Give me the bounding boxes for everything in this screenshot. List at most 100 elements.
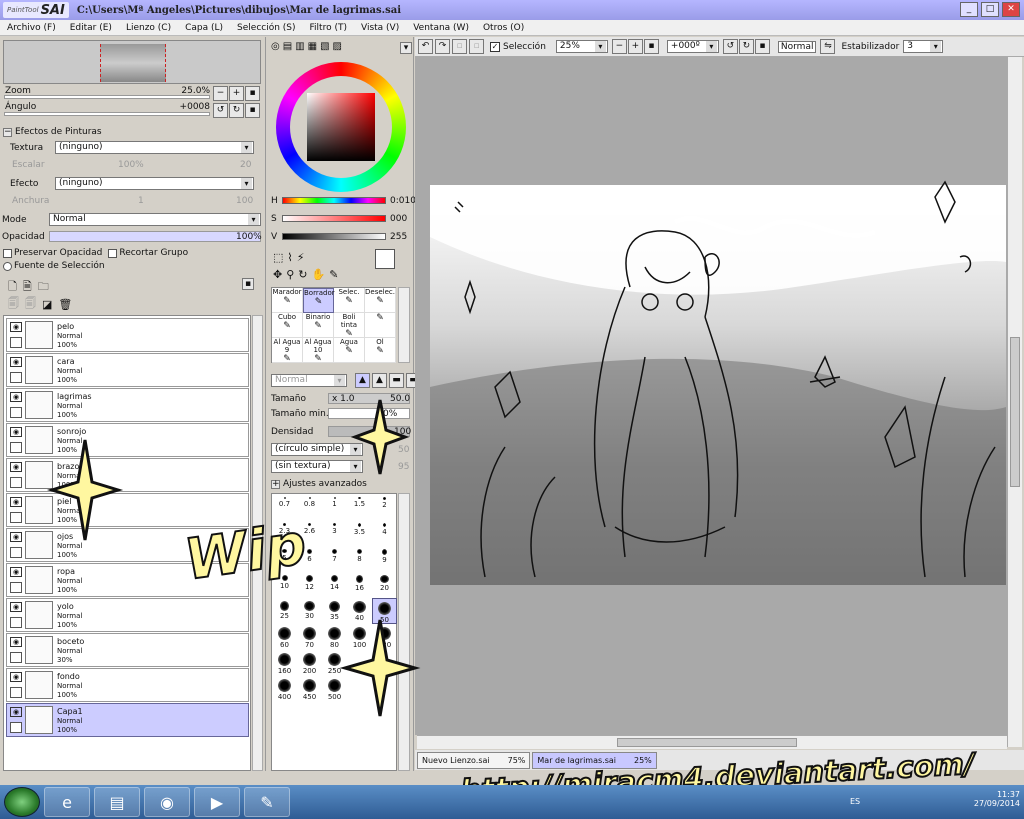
layer-lock-checkbox[interactable] (10, 617, 22, 628)
maximize-button[interactable]: □ (981, 2, 999, 17)
panel-menu-icon[interactable]: ▾ (400, 42, 412, 54)
layer-lock-checkbox[interactable] (10, 512, 22, 523)
layer-lock-checkbox[interactable] (10, 477, 22, 488)
primary-color-swatch[interactable] (375, 249, 395, 269)
brush-size-option[interactable]: 2 (372, 494, 397, 520)
clear-layer-icon[interactable]: ◪ (42, 298, 52, 311)
zoom-icon[interactable]: ⚲ (286, 268, 294, 281)
color-wheel-tab-icon[interactable]: ◎ (271, 41, 280, 52)
brush-size-option[interactable]: 400 (272, 676, 297, 702)
visibility-eye-icon[interactable]: ◉ (10, 427, 22, 437)
opacity-slider[interactable] (49, 231, 261, 242)
brush-preset[interactable]: Borrador ✎ (303, 288, 335, 313)
visibility-eye-icon[interactable]: ◉ (10, 392, 22, 402)
close-button[interactable]: ✕ (1002, 2, 1020, 17)
brush-preset[interactable]: ✎ (365, 313, 396, 338)
start-button[interactable] (4, 787, 40, 817)
canvas-rotate-left-icon[interactable]: ↺ (722, 39, 738, 54)
menu-edit[interactable]: Editar (E) (63, 23, 119, 33)
canvas-rotate-reset-icon[interactable]: ▪ (754, 39, 770, 54)
move-icon[interactable]: ✥ (273, 268, 282, 281)
value-slider[interactable] (282, 233, 386, 240)
brush-size-option[interactable]: 50 (372, 598, 397, 624)
brush-preset[interactable]: Al Agua 10 ✎ (303, 338, 334, 364)
brush-preset[interactable]: Marador ✎ (272, 288, 303, 313)
layer-lock-checkbox[interactable] (10, 722, 22, 733)
stabilizer-select[interactable]: 3 (903, 40, 944, 53)
clipboard-tab-icon[interactable]: ▨ (333, 41, 342, 52)
collapse-icon[interactable]: − (3, 127, 12, 137)
shape-soft-icon[interactable]: ▬ (389, 373, 404, 388)
rotate-reset-icon[interactable]: ▪ (245, 103, 260, 118)
selection-checkbox[interactable]: ✓ (490, 41, 500, 52)
paint-icon[interactable]: ✎ (244, 787, 290, 817)
system-clock[interactable]: 11:37 27/09/2014 (974, 790, 1020, 808)
brush-size-option[interactable]: 1 (322, 494, 347, 520)
min-size-slider[interactable] (328, 408, 410, 419)
layer-lock-checkbox[interactable] (10, 582, 22, 593)
deselect-icon[interactable]: ▫ (452, 39, 467, 54)
brush-size-option[interactable]: 4 (372, 520, 397, 546)
size-multiplier[interactable]: x 1.0 (332, 394, 355, 404)
brush-size-option[interactable]: 7 (322, 546, 347, 572)
zoom-reset-icon[interactable]: ▪ (245, 86, 260, 101)
visibility-eye-icon[interactable]: ◉ (10, 602, 22, 612)
layer-lock-checkbox[interactable] (10, 652, 22, 663)
brush-preset[interactable]: Binario ✎ (303, 313, 334, 338)
brush-preset[interactable]: Deselec. ✎ (365, 288, 396, 313)
language-indicator[interactable]: ES (850, 797, 860, 806)
swatches-tab-icon[interactable]: ▦ (308, 41, 317, 52)
brush-size-option[interactable]: 60 (272, 624, 297, 650)
flip-icon[interactable]: ⇋ (820, 39, 836, 54)
brush-preset[interactable]: Selec. ✎ (334, 288, 365, 313)
rect-select-icon[interactable]: ⬚ (273, 251, 283, 264)
brush-size-option[interactable]: 16 (347, 572, 372, 598)
preserve-opacity-checkbox[interactable] (3, 248, 12, 258)
brush-mode-select[interactable]: Normal (271, 374, 347, 387)
rgb-slider-tab-icon[interactable]: ▤ (283, 41, 292, 52)
angle-slider[interactable] (4, 112, 210, 116)
zoom-slider[interactable] (4, 95, 210, 99)
menu-filter[interactable]: Filtro (T) (303, 23, 354, 33)
layer-lock-checkbox[interactable] (10, 407, 22, 418)
advanced-settings-label[interactable]: Ajustes avanzados (283, 479, 367, 489)
brush-grid-scrollbar[interactable] (398, 287, 410, 363)
canvas-zoom-select[interactable]: 25% (555, 40, 608, 53)
layer-row[interactable]: ◉ pelo Normal 100% (6, 318, 249, 352)
menu-canvas[interactable]: Lienzo (C) (119, 23, 178, 33)
saturation-value-square[interactable] (307, 93, 375, 161)
effect-select[interactable]: (ninguno) (55, 177, 254, 190)
brush-size-option[interactable]: 35 (322, 598, 347, 624)
layer-lock-checkbox[interactable] (10, 372, 22, 383)
visibility-eye-icon[interactable]: ◉ (10, 462, 22, 472)
brush-size-option[interactable]: 250 (322, 650, 347, 676)
brush-shape-select[interactable]: (círculo simple) (271, 443, 363, 456)
merge-down-icon[interactable]: 🗐 (8, 295, 19, 314)
ie-icon[interactable]: e (44, 787, 90, 817)
rotate-icon[interactable]: ↻ (298, 268, 307, 281)
selection-source-radio[interactable] (3, 261, 12, 271)
doc-tab-nuevo-lienzo[interactable]: Nuevo Lienzo.sai 75% (417, 751, 531, 769)
visibility-eye-icon[interactable]: ◉ (10, 707, 22, 717)
visibility-eye-icon[interactable]: ◉ (10, 532, 22, 542)
eyedropper-icon[interactable]: ✎ (329, 268, 338, 281)
menu-layer[interactable]: Capa (L) (178, 23, 230, 33)
brush-size-option[interactable]: 9 (372, 546, 397, 572)
clip-group-checkbox[interactable] (108, 248, 118, 258)
menu-selection[interactable]: Selección (S) (230, 23, 303, 33)
brush-preset[interactable]: Ol ✎ (365, 338, 396, 363)
visibility-eye-icon[interactable]: ◉ (10, 672, 22, 682)
layer-row[interactable]: ◉ Capa1 Normal 100% (6, 703, 249, 737)
color-wheel[interactable] (276, 62, 406, 192)
visibility-eye-icon[interactable]: ◉ (10, 567, 22, 577)
chrome-icon[interactable]: ◉ (144, 787, 190, 817)
brush-preset[interactable]: Cubo ✎ (272, 313, 303, 338)
hand-icon[interactable]: ✋ (312, 268, 326, 281)
brush-size-option[interactable]: 80 (322, 624, 347, 650)
brush-size-option[interactable]: 25 (272, 598, 297, 624)
layer-mode-select[interactable]: Normal (49, 213, 261, 226)
lasso-icon[interactable]: ⌇ (287, 251, 292, 264)
canvas-zoom-out-icon[interactable]: − (611, 39, 627, 54)
redo-icon[interactable]: ↷ (435, 39, 450, 54)
canvas-horizontal-scrollbar[interactable] (417, 735, 1007, 749)
